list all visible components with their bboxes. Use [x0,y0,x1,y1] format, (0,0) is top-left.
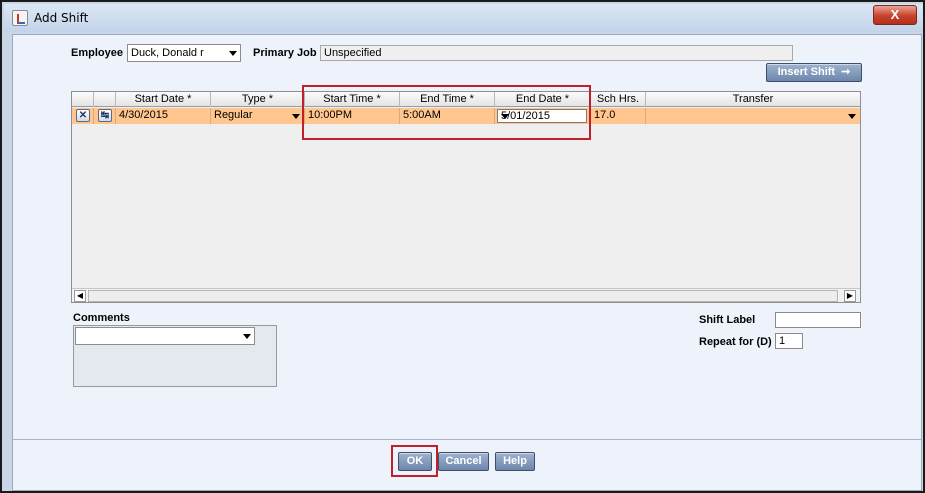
horizontal-scrollbar[interactable]: ◀ ▶ [72,288,860,302]
dialog-body: Employee Duck, Donald r Primary Job Unsp… [12,34,922,491]
scroll-right-icon[interactable]: ▶ [844,290,856,302]
primary-job-label: Primary Job [253,47,317,59]
chevron-down-icon [243,334,251,339]
employee-label: Employee [71,47,123,59]
comments-label: Comments [73,312,130,324]
title-bar[interactable]: Add Shift X [4,4,923,32]
repeat-for-input[interactable]: 1 [775,333,803,349]
employee-value: Duck, Donald r [131,47,204,59]
highlight-box-times [302,85,591,140]
window-title: Add Shift [34,11,89,25]
dialog-window: Add Shift X Employee Duck, Donald r Prim… [0,0,925,493]
primary-job-value: Unspecified [324,47,382,59]
header-edit-col [94,92,116,107]
shift-label-label: Shift Label [699,314,756,326]
comments-area [73,325,277,387]
footer-divider [13,439,921,440]
help-button[interactable]: Help [495,452,535,471]
cell-type[interactable]: Regular [211,108,305,124]
chevron-down-icon[interactable] [292,114,300,119]
cell-transfer[interactable] [646,108,860,124]
cell-sch-hrs: 17.0 [591,108,646,124]
edit-cell: ↹ [94,108,116,124]
repeat-for-value: 1 [779,335,786,347]
scroll-left-icon[interactable]: ◀ [74,290,86,302]
close-button[interactable]: X [873,5,917,25]
cell-start-date[interactable]: 4/30/2015 [116,108,211,124]
scrollbar-thumb[interactable] [88,290,838,302]
ok-button[interactable]: OK [398,452,432,471]
insert-shift-button[interactable]: Insert Shift ➞ [766,63,862,82]
header-transfer[interactable]: Transfer [646,92,860,107]
delete-cell: ✕ [72,108,94,124]
cancel-button[interactable]: Cancel [438,452,489,471]
shift-label-input[interactable] [775,312,861,328]
employee-select[interactable]: Duck, Donald r [127,44,241,62]
edit-row-icon[interactable]: ↹ [98,109,112,122]
java-app-icon [12,10,28,26]
arrow-right-icon: ➞ [841,66,851,78]
repeat-for-label: Repeat for (D) [699,336,772,348]
comments-select[interactable] [75,327,255,345]
insert-shift-label: Insert Shift [777,66,836,78]
chevron-down-icon[interactable] [848,114,856,119]
header-type[interactable]: Type * [211,92,305,107]
chevron-down-icon [229,51,237,56]
cell-type-value: Regular [214,109,253,121]
header-delete-col [72,92,94,107]
header-start-date[interactable]: Start Date * [116,92,211,107]
header-sch-hrs[interactable]: Sch Hrs. [591,92,646,107]
x-box-icon[interactable]: ✕ [76,109,90,122]
primary-job-field: Unspecified [320,45,793,61]
